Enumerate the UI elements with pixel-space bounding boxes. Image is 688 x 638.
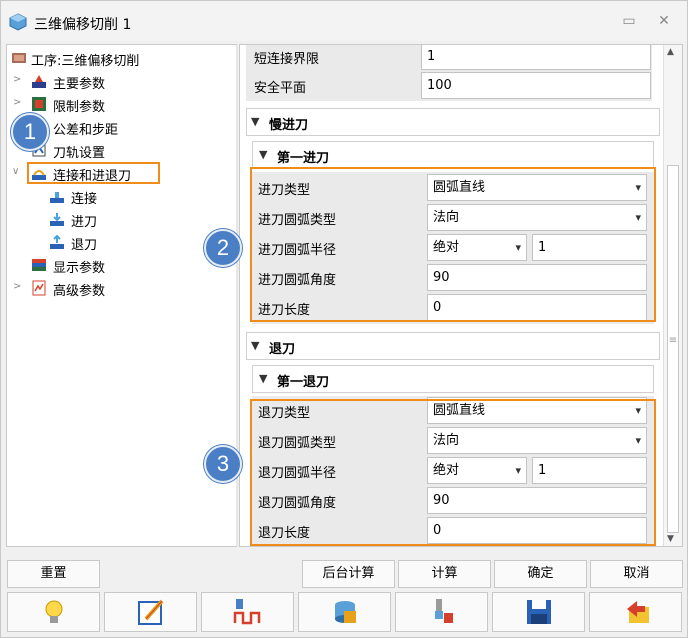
chevron-right-icon[interactable]: > <box>13 97 23 109</box>
collapse-arrow-icon[interactable]: ▼ <box>251 339 259 352</box>
tree-root[interactable]: 工序:三维偏移切削 <box>7 47 236 69</box>
tree-item-limit-params[interactable]: > 限制参数 <box>7 93 236 115</box>
scroll-up-icon[interactable]: ▲ <box>667 47 674 57</box>
lead-out-icon <box>50 234 64 249</box>
tree-item-link[interactable]: 连接 <box>7 185 236 207</box>
cancel-button[interactable]: 取消 <box>590 560 683 588</box>
tree-item-label: 公差和步距 <box>53 123 119 138</box>
tree-item-lead-out[interactable]: 退刀 <box>7 231 236 253</box>
save-icon <box>527 600 551 624</box>
tips-button[interactable] <box>7 592 100 632</box>
section-title: 第一进刀 <box>277 151 330 166</box>
tree-root-label: 工序:三维偏移切削 <box>31 54 140 69</box>
title-bar: 三维偏移切削 1 ▭ ✕ <box>1 1 687 41</box>
tree-item-link-leadinout[interactable]: ∨ 连接和进退刀 <box>7 162 236 184</box>
operation-icon <box>12 53 26 63</box>
lead-in-highlight-box <box>250 167 656 322</box>
tool-icon <box>435 599 453 623</box>
reset-button[interactable]: 重置 <box>7 560 100 588</box>
tree-item-label: 连接 <box>71 192 98 207</box>
prop-label: 安全平面 <box>254 81 307 96</box>
exit-button[interactable] <box>589 592 682 632</box>
tool-path-button[interactable] <box>201 592 294 632</box>
edit-button[interactable] <box>104 592 197 632</box>
chevron-right-icon[interactable]: > <box>13 74 23 86</box>
scroll-thumb[interactable] <box>667 165 679 533</box>
tree-item-lead-in[interactable]: 进刀 <box>7 208 236 230</box>
collapse-arrow-icon[interactable]: ▼ <box>251 115 259 128</box>
calc-button[interactable]: 计算 <box>398 560 491 588</box>
short-link-input[interactable]: 1 <box>421 45 651 70</box>
exit-icon <box>627 601 649 623</box>
prop-label: 短连接界限 <box>254 52 320 67</box>
lead-out-highlight-box <box>250 399 656 546</box>
subsection-first-lead-in[interactable]: ▼ 第一进刀 <box>252 141 654 169</box>
tool-button[interactable] <box>395 592 488 632</box>
prop-row-short-link: 短连接界限 1 <box>246 45 652 72</box>
section-lead-out[interactable]: ▼ 退刀 <box>246 332 660 360</box>
comment-icon[interactable]: ▭ <box>620 13 638 29</box>
callout-badge-1: 1 <box>11 113 49 151</box>
tree-item-label: 进刀 <box>71 215 98 230</box>
tree-item-label: 高级参数 <box>53 284 106 299</box>
tree-item-label: 刀轨设置 <box>53 146 106 161</box>
section-lead-in[interactable]: ▼ 慢进刀 <box>246 108 660 136</box>
limit-params-icon <box>32 97 46 111</box>
main-params-icon <box>32 75 46 88</box>
callout-badge-2: 2 <box>204 229 242 267</box>
app-icon <box>9 13 27 31</box>
tree-item-advanced[interactable]: > 高级参数 <box>7 277 236 299</box>
property-panel: 短连接界限 1 安全平面 100 ▼ 慢进刀 ▼ 第一进刀 进刀类型 圆弧直线 … <box>239 44 683 547</box>
tree-item-main-params[interactable]: > 主要参数 <box>7 70 236 92</box>
link-icon <box>32 170 46 180</box>
tree-item-label: 退刀 <box>71 238 98 253</box>
lead-in-icon <box>50 213 64 226</box>
tree-item-label: 限制参数 <box>53 100 106 115</box>
background-calc-button[interactable]: 后台计算 <box>302 560 395 588</box>
section-title: 慢进刀 <box>269 118 309 133</box>
edit-icon <box>138 599 164 625</box>
chevron-right-icon[interactable]: > <box>13 281 23 293</box>
scroll-down-icon[interactable]: ▼ <box>667 534 674 544</box>
tool-path-icon <box>233 599 261 625</box>
save-button[interactable] <box>492 592 585 632</box>
collapse-arrow-icon[interactable]: ▼ <box>259 148 267 161</box>
dialog-window: 三维偏移切削 1 ▭ ✕ 工序:三维偏移切削 > 主要参数 > 限制参数 公差和… <box>0 0 688 638</box>
ok-button[interactable]: 确定 <box>494 560 587 588</box>
tree-item-display[interactable]: 显示参数 <box>7 254 236 276</box>
vertical-scrollbar[interactable]: ▲ ≡ ▼ <box>663 45 682 546</box>
prop-row-safe-plane: 安全平面 100 <box>246 71 652 101</box>
advanced-icon <box>32 280 46 296</box>
db-icon <box>335 601 356 623</box>
scroll-grip-icon: ≡ <box>668 335 678 346</box>
callout-badge-3: 3 <box>204 445 242 483</box>
section-title: 第一退刀 <box>277 375 330 390</box>
chevron-down-icon[interactable]: ∨ <box>12 166 22 178</box>
link-sub-icon <box>50 192 64 203</box>
tree-item-label: 连接和进退刀 <box>53 169 132 184</box>
window-title: 三维偏移切削 1 <box>34 17 132 33</box>
collapse-arrow-icon[interactable]: ▼ <box>259 372 267 385</box>
tree-item-label: 显示参数 <box>53 261 106 276</box>
safe-plane-input[interactable]: 100 <box>421 72 651 99</box>
tree-item-label: 主要参数 <box>53 77 106 92</box>
close-icon[interactable]: ✕ <box>655 13 673 29</box>
bulb-icon <box>45 600 63 623</box>
database-button[interactable] <box>298 592 391 632</box>
display-icon <box>32 259 46 271</box>
subsection-first-lead-out[interactable]: ▼ 第一退刀 <box>252 365 654 393</box>
section-title: 退刀 <box>269 342 296 357</box>
